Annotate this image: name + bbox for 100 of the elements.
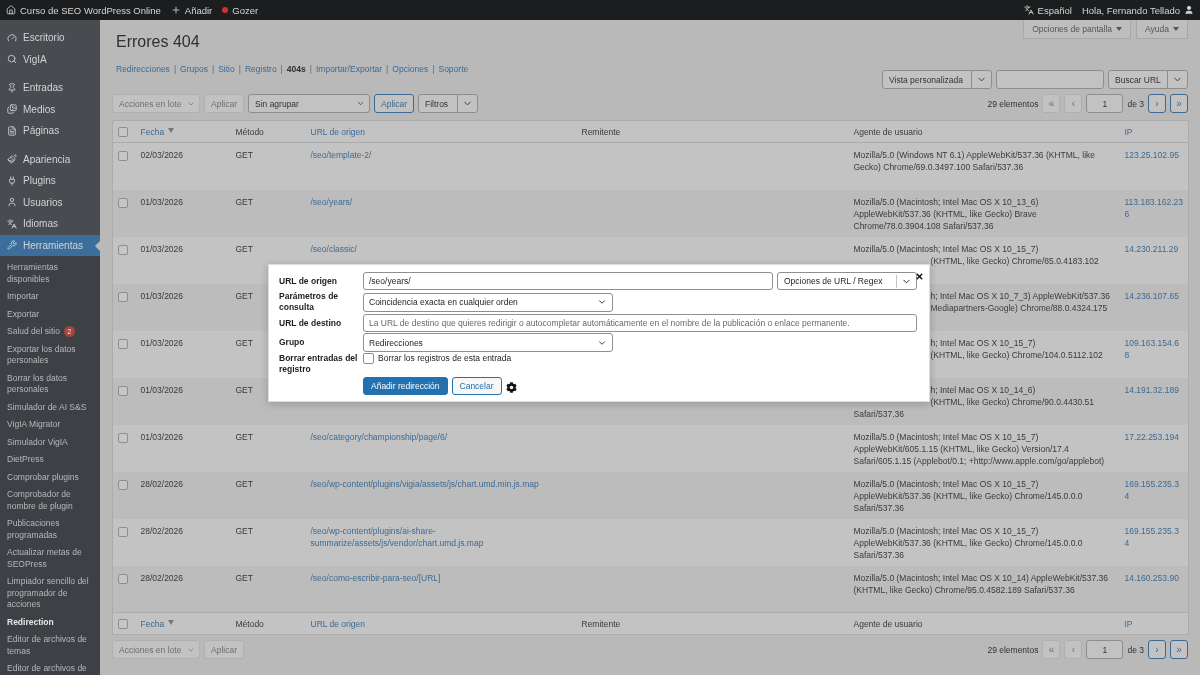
apply-button[interactable]: Aplicar bbox=[204, 94, 244, 113]
ip-link[interactable]: 169.155.235.34 bbox=[1124, 524, 1183, 549]
submenu-item[interactable]: DietPress bbox=[0, 451, 100, 469]
view-link[interactable]: Redirecciones bbox=[116, 64, 170, 74]
apply-button[interactable]: Aplicar bbox=[374, 94, 414, 113]
view-link[interactable]: Grupos bbox=[180, 64, 208, 74]
ip-link[interactable]: 123.25.102.95 bbox=[1124, 149, 1183, 161]
source-url-link[interactable]: /seo/wp-content/plugins/vigia/assets/js/chart.umd.min.js.map bbox=[310, 477, 539, 490]
bulk-actions-select[interactable]: Acciones en lote bbox=[112, 640, 200, 659]
search-button[interactable]: Buscar URL bbox=[1108, 70, 1188, 89]
ip-link[interactable]: 17.22.253.194 bbox=[1124, 430, 1183, 443]
query-select[interactable]: Coincidencia exacta en cualquier orden bbox=[363, 292, 613, 312]
settings-icon[interactable] bbox=[505, 381, 517, 393]
row-checkbox[interactable] bbox=[118, 479, 128, 490]
submenu-item[interactable]: Exportar bbox=[0, 305, 100, 323]
submenu-item[interactable]: Actualizar metas de SEOPress bbox=[0, 544, 100, 573]
page-button[interactable]: › bbox=[1148, 640, 1166, 659]
view-link[interactable]: Registro bbox=[244, 64, 277, 74]
submenu-item[interactable]: Borrar los datos personales bbox=[0, 369, 100, 399]
submenu-item[interactable]: Simulador de AI S&S bbox=[0, 398, 100, 416]
page-button[interactable]: › bbox=[1148, 94, 1166, 113]
source-url-link[interactable]: /seo/classic/ bbox=[310, 242, 357, 255]
source-url-link[interactable]: /seo/wp-content/plugins/ai-share-summarize/assets/js/vendor/chart.umd.js.map bbox=[310, 524, 572, 549]
submenu-item[interactable]: VigIA Migrator bbox=[0, 416, 100, 434]
view-link[interactable]: Importar/Exportar bbox=[315, 64, 383, 74]
submenu-item[interactable]: Editor de archivos de bbox=[0, 660, 100, 675]
sidebar-item[interactable]: Usuarios bbox=[0, 191, 100, 213]
submenu-item[interactable]: Comprobador de nombre de plugin bbox=[0, 486, 100, 515]
sidebar-item[interactable]: Páginas bbox=[0, 120, 100, 142]
select-all-checkbox[interactable] bbox=[118, 126, 128, 137]
submenu-item[interactable]: Editor de archivos de temas bbox=[0, 631, 100, 660]
row-checkbox[interactable] bbox=[118, 197, 128, 208]
source-url-link[interactable]: /seo/years/ bbox=[310, 195, 353, 208]
submenu-item[interactable]: Importar bbox=[0, 288, 100, 306]
search-field[interactable] bbox=[996, 70, 1104, 89]
submenu-item[interactable]: Redirection bbox=[0, 613, 100, 631]
language-link[interactable]: Español bbox=[1037, 4, 1072, 16]
column-header[interactable]: Fecha bbox=[140, 618, 165, 629]
column-header[interactable]: IP bbox=[1124, 126, 1133, 137]
column-header[interactable]: URL de origen bbox=[310, 126, 365, 137]
cancel-button[interactable]: Cancelar bbox=[451, 377, 502, 395]
sidebar-item[interactable]: Plugins bbox=[0, 170, 100, 192]
source-url-link[interactable]: /seo/como-escribir-para-seo/[URL] bbox=[310, 571, 441, 584]
row-checkbox[interactable] bbox=[118, 291, 128, 302]
view-link[interactable]: 404s bbox=[286, 64, 306, 74]
page-button[interactable]: » bbox=[1170, 640, 1188, 659]
select-all-checkbox[interactable] bbox=[118, 618, 128, 629]
source-url-link[interactable]: /seo/category/championship/page/6/ bbox=[310, 430, 448, 443]
view-link[interactable]: Opciones bbox=[392, 64, 429, 74]
target-url-input[interactable]: La URL de destino que quieres redirigir o autocompletar automáticamente en el nombre de la publicación o enlace permanente. bbox=[363, 314, 917, 332]
ip-link[interactable]: 113.183.162.236 bbox=[1124, 195, 1183, 220]
sidebar-item[interactable]: Apariencia bbox=[0, 148, 100, 170]
plugin-link[interactable]: Gozer bbox=[232, 4, 259, 16]
row-checkbox[interactable] bbox=[118, 385, 128, 396]
ip-link[interactable]: 169.155.235.34 bbox=[1124, 477, 1183, 502]
submenu-item[interactable]: Simulador VigIA bbox=[0, 433, 100, 451]
close-icon[interactable] bbox=[915, 272, 924, 281]
sidebar-item[interactable]: Escritorio bbox=[0, 27, 100, 49]
greeting-link[interactable]: Hola, Fernando Tellado bbox=[1081, 4, 1180, 16]
row-checkbox[interactable] bbox=[118, 526, 128, 537]
submenu-item[interactable]: Exportar los datos personales bbox=[0, 340, 100, 370]
add-redirect-button[interactable]: Añadir redirección bbox=[363, 377, 448, 395]
ip-link[interactable]: 14.191.32.189 bbox=[1124, 383, 1183, 396]
ip-link[interactable]: 14.230.211.29 bbox=[1124, 242, 1183, 255]
log-checkbox[interactable] bbox=[363, 353, 374, 364]
row-checkbox[interactable] bbox=[118, 151, 128, 161]
page-input[interactable]: 1 bbox=[1086, 94, 1124, 113]
submenu-item[interactable]: Comprobar plugins bbox=[0, 468, 100, 486]
group-select[interactable]: Sin agrupar bbox=[248, 94, 370, 113]
sidebar-item[interactable]: Idiomas bbox=[0, 213, 100, 235]
filters-button[interactable]: Filtros bbox=[417, 94, 478, 113]
row-checkbox[interactable] bbox=[118, 338, 128, 349]
submenu-item[interactable]: Limpiador sencillo del programador de acciones bbox=[0, 573, 100, 614]
submenu-item[interactable]: Herramientas disponibles bbox=[0, 259, 100, 288]
url-options-dropdown[interactable]: Opciones de URL / Regex bbox=[777, 272, 917, 290]
column-header[interactable]: Fecha bbox=[140, 126, 165, 137]
ip-link[interactable]: 14.160.253.90 bbox=[1124, 571, 1183, 584]
row-checkbox[interactable] bbox=[118, 573, 128, 584]
source-url-input[interactable]: /seo/years/ bbox=[363, 272, 773, 290]
page-button[interactable]: » bbox=[1170, 94, 1188, 113]
apply-button[interactable]: Aplicar bbox=[204, 640, 244, 659]
row-checkbox[interactable] bbox=[118, 244, 128, 255]
source-url-link[interactable]: /seo/template-2/ bbox=[310, 149, 372, 161]
view-link[interactable]: Soporte bbox=[438, 64, 469, 74]
group-select[interactable]: Redirecciones bbox=[363, 333, 613, 352]
page-input[interactable]: 1 bbox=[1086, 640, 1124, 659]
submenu-item[interactable]: Publicaciones programadas bbox=[0, 515, 100, 544]
sidebar-item[interactable]: Herramientas bbox=[0, 234, 100, 256]
sidebar-item[interactable]: VigIA bbox=[0, 48, 100, 70]
ip-link[interactable]: 109.163.154.68 bbox=[1124, 336, 1183, 361]
site-name-link[interactable]: Curso de SEO WordPress Online bbox=[20, 4, 161, 16]
ip-link[interactable]: 14.236.107.65 bbox=[1124, 289, 1183, 302]
view-link[interactable]: Sitio bbox=[218, 64, 235, 74]
sidebar-item[interactable]: Entradas bbox=[0, 77, 100, 99]
column-header[interactable]: URL de origen bbox=[310, 618, 365, 629]
view-select[interactable]: Vista personalizada bbox=[882, 70, 992, 89]
sidebar-item[interactable]: Medios bbox=[0, 98, 100, 120]
screen-tab[interactable]: Opciones de pantalla bbox=[1023, 20, 1132, 39]
new-link[interactable]: Añadir bbox=[184, 4, 213, 16]
bulk-actions-select[interactable]: Acciones en lote bbox=[112, 94, 200, 113]
